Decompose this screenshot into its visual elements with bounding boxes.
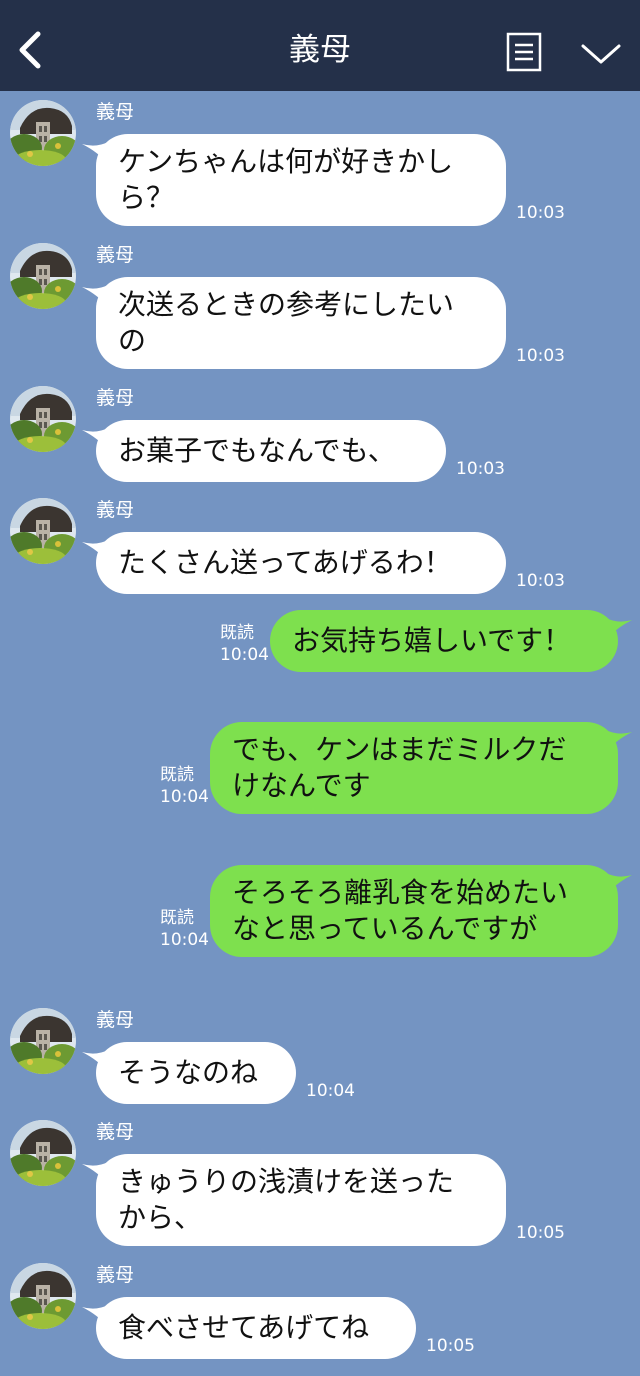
message-text: きゅうりの浅漬けを送った から、 — [118, 1165, 455, 1234]
chat-title: 義母 — [289, 32, 351, 68]
message-row: 義母次送るときの参考にしたい の 10:03 — [0, 243, 640, 369]
outgoing-message-bubble[interactable]: でも、ケンはまだミルクだ けなんです — [210, 722, 618, 814]
chat-header: 義母 — [0, 0, 640, 91]
message-text: たくさん送ってあげるわ！ — [118, 546, 452, 579]
read-receipt: 既読 10:04 — [160, 764, 209, 808]
message-timestamp: 10:03 — [516, 571, 565, 591]
document-list-icon[interactable] — [506, 32, 542, 72]
chevron-left-icon[interactable] — [14, 28, 48, 72]
message-timestamp: 10:05 — [426, 1336, 475, 1356]
sender-name: 義母 — [96, 499, 135, 521]
chevron-down-icon[interactable] — [580, 42, 622, 66]
message-row: 義母そうなのね 10:04 — [0, 1008, 640, 1104]
message-row: 義母たくさん送ってあげるわ！ 10:03 — [0, 498, 640, 594]
avatar[interactable] — [10, 100, 76, 166]
outgoing-message-bubble[interactable]: お気持ち嬉しいです！ — [270, 610, 618, 672]
sender-name: 義母 — [96, 1009, 135, 1031]
sender-name: 義母 — [96, 244, 135, 266]
message-timestamp: 10:04 — [306, 1081, 355, 1101]
read-status: 既読 — [160, 908, 194, 928]
message-text: そろそろ離乳食を始めたい なと思っているんですが — [232, 876, 569, 945]
message-timestamp: 10:03 — [516, 203, 565, 223]
avatar[interactable] — [10, 1120, 76, 1186]
message-row: 義母ケンちゃんは何が好きかし ら？ 10:03 — [0, 100, 640, 226]
read-status: 既読 — [160, 765, 194, 785]
incoming-message-bubble[interactable]: たくさん送ってあげるわ！ — [96, 532, 506, 594]
incoming-message-bubble[interactable]: 次送るときの参考にしたい の — [96, 277, 506, 369]
message-row: お気持ち嬉しいです！ 既読 10:04 — [0, 610, 640, 702]
message-row: でも、ケンはまだミルクだ けなんです 既読 10:04 — [0, 722, 640, 844]
read-status: 既読 — [220, 623, 254, 643]
message-text: そうなのね — [118, 1056, 259, 1089]
message-text: お気持ち嬉しいです！ — [292, 624, 572, 657]
avatar[interactable] — [10, 1263, 76, 1329]
avatar[interactable] — [10, 498, 76, 564]
avatar[interactable] — [10, 243, 76, 309]
message-text: 次送るときの参考にしたい の — [118, 288, 455, 357]
avatar[interactable] — [10, 1008, 76, 1074]
message-row: 義母お菓子でもなんでも、 10:03 — [0, 386, 640, 482]
incoming-message-bubble[interactable]: そうなのね — [96, 1042, 296, 1104]
message-text: でも、ケンはまだミルクだ けなんです — [232, 733, 567, 802]
message-timestamp: 10:04 — [220, 645, 269, 665]
message-text: ケンちゃんは何が好きかし ら？ — [118, 145, 454, 214]
sender-name: 義母 — [96, 387, 135, 409]
sender-name: 義母 — [96, 1121, 135, 1143]
incoming-message-bubble[interactable]: きゅうりの浅漬けを送った から、 — [96, 1154, 506, 1246]
message-timestamp: 10:03 — [456, 459, 505, 479]
incoming-message-bubble[interactable]: 食べさせてあげてね — [96, 1297, 416, 1359]
message-timestamp: 10:04 — [160, 930, 209, 950]
message-row: 義母きゅうりの浅漬けを送った から、 10:05 — [0, 1120, 640, 1246]
message-timestamp: 10:05 — [516, 1223, 565, 1243]
incoming-message-bubble[interactable]: お菓子でもなんでも、 — [96, 420, 446, 482]
message-text: お菓子でもなんでも、 — [118, 434, 396, 467]
message-timestamp: 10:04 — [160, 787, 209, 807]
message-row: そろそろ離乳食を始めたい なと思っているんですが 既読 10:04 — [0, 865, 640, 987]
read-receipt: 既読 10:04 — [220, 622, 269, 666]
message-text: 食べさせてあげてね — [118, 1311, 370, 1344]
outgoing-message-bubble[interactable]: そろそろ離乳食を始めたい なと思っているんですが — [210, 865, 618, 957]
message-row: 義母食べさせてあげてね 10:05 — [0, 1263, 640, 1359]
sender-name: 義母 — [96, 101, 135, 123]
avatar[interactable] — [10, 386, 76, 452]
sender-name: 義母 — [96, 1264, 135, 1286]
message-timestamp: 10:03 — [516, 346, 565, 366]
incoming-message-bubble[interactable]: ケンちゃんは何が好きかし ら？ — [96, 134, 506, 226]
read-receipt: 既読 10:04 — [160, 907, 209, 951]
